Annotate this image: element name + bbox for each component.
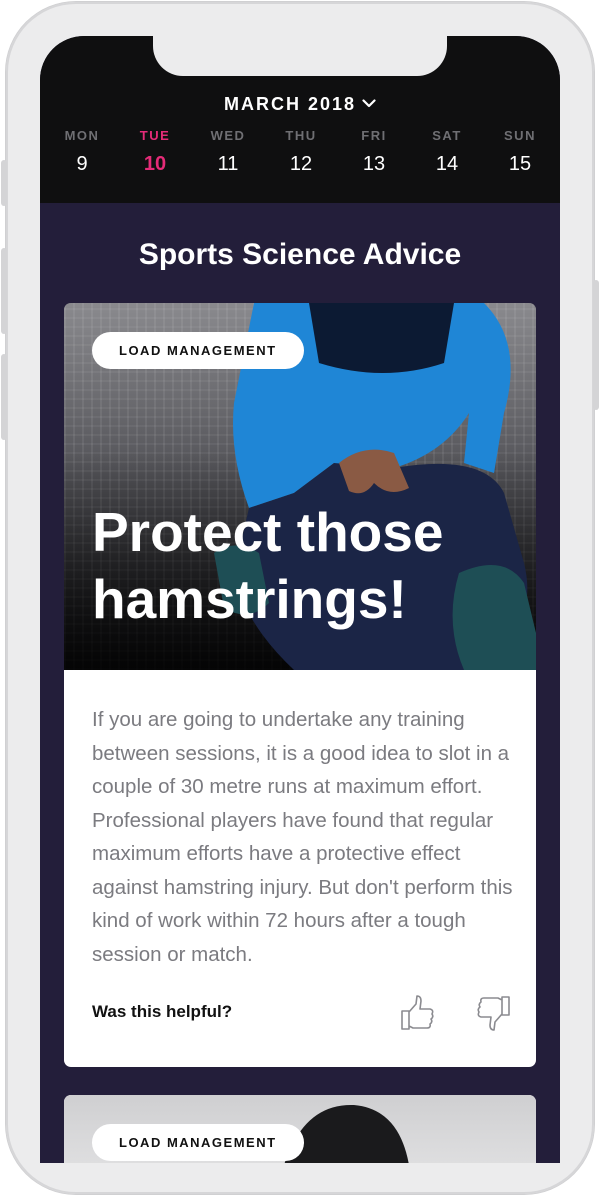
app-screen: MARCH 2018 MON 9 TUE 10 WED 11 THU 12 FR… bbox=[40, 36, 560, 1163]
category-tag[interactable]: LOAD MANAGEMENT bbox=[92, 1124, 304, 1161]
day-date: 9 bbox=[76, 153, 88, 175]
day-thu[interactable]: THU 12 bbox=[271, 128, 331, 176]
thumbs-up-icon[interactable] bbox=[397, 993, 437, 1033]
day-sun[interactable]: SUN 15 bbox=[490, 128, 550, 176]
side-button-volume-down bbox=[1, 354, 7, 440]
card-body-text: If you are going to undertake any traini… bbox=[92, 708, 513, 966]
day-date: 13 bbox=[362, 153, 386, 175]
month-selector[interactable]: MARCH 2018 bbox=[40, 92, 560, 115]
day-mon[interactable]: MON 9 bbox=[52, 128, 112, 176]
day-name: SAT bbox=[432, 128, 462, 143]
day-date: 12 bbox=[289, 153, 313, 175]
advice-card[interactable]: LOAD MANAGEMENT Protect those hamstrings… bbox=[64, 303, 536, 1067]
day-date: 15 bbox=[508, 153, 532, 175]
helpful-label: Was this helpful? bbox=[92, 1002, 233, 1021]
section-title: Sports Science Advice bbox=[138, 238, 462, 271]
day-date: 14 bbox=[435, 153, 459, 175]
side-button-mute bbox=[1, 160, 7, 206]
day-sat[interactable]: SAT 14 bbox=[417, 128, 477, 176]
card-hero: LOAD MANAGEMENT Protect those hamstrings… bbox=[64, 303, 536, 670]
day-fri[interactable]: FRI 13 bbox=[344, 128, 404, 176]
day-name: FRI bbox=[361, 128, 387, 143]
side-button-power bbox=[593, 280, 599, 410]
day-wed[interactable]: WED 11 bbox=[198, 128, 258, 176]
card-title: Protect those hamstrings! bbox=[92, 501, 444, 630]
day-name: SUN bbox=[504, 128, 536, 143]
week-strip: MON 9 TUE 10 WED 11 THU 12 FRI 13 SAT 14 bbox=[40, 128, 560, 188]
day-name: TUE bbox=[139, 128, 171, 143]
day-date: 10 bbox=[143, 153, 167, 175]
thumbs-down-icon[interactable] bbox=[474, 993, 514, 1033]
side-button-volume-up bbox=[1, 248, 7, 334]
day-date: 11 bbox=[217, 153, 239, 175]
phone-notch bbox=[153, 36, 447, 76]
advice-card[interactable]: LOAD MANAGEMENT bbox=[64, 1095, 536, 1163]
day-name: MON bbox=[64, 128, 100, 143]
day-name: WED bbox=[210, 128, 246, 143]
day-tue-selected[interactable]: TUE 10 bbox=[125, 128, 185, 176]
month-label: MARCH 2018 bbox=[223, 94, 357, 114]
chevron-down-icon bbox=[362, 92, 376, 113]
category-tag[interactable]: LOAD MANAGEMENT bbox=[92, 332, 304, 369]
day-name: THU bbox=[285, 128, 317, 143]
